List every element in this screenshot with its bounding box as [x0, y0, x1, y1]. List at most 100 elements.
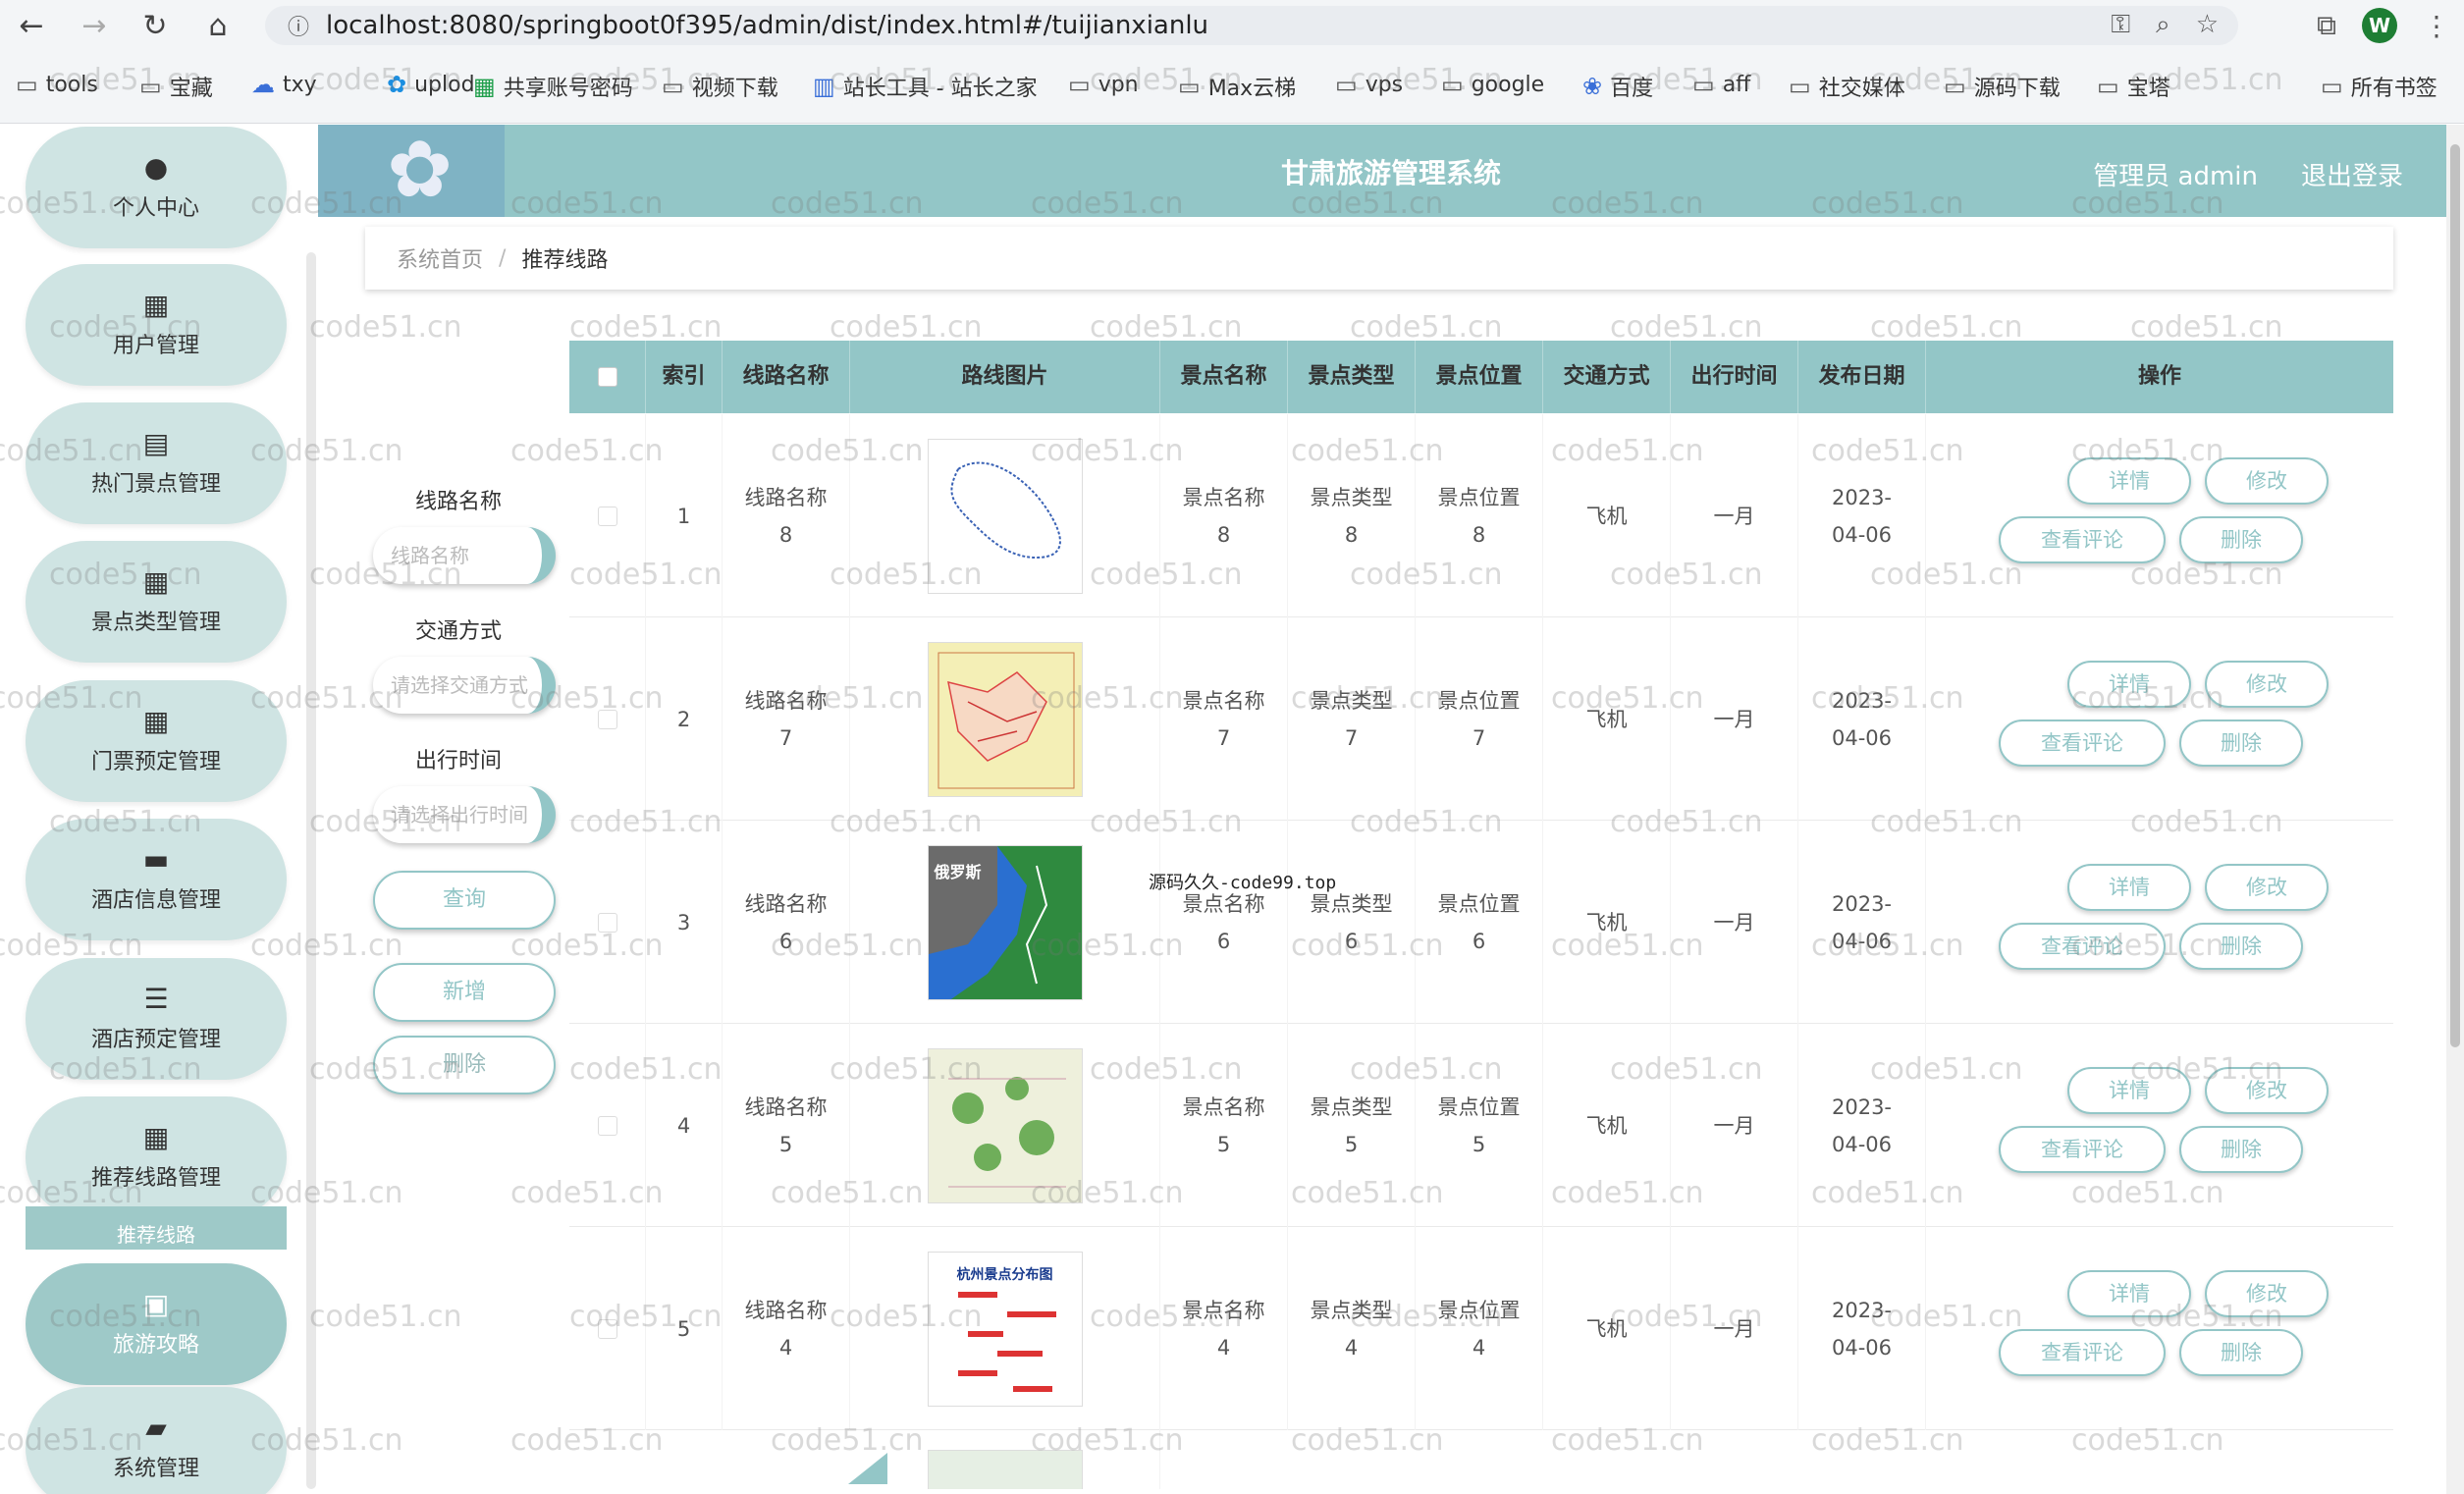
- sidebar-item-system[interactable]: ▰ 系统管理: [26, 1387, 287, 1494]
- sidebar-item-profile[interactable]: ● 个人中心: [26, 127, 287, 248]
- col-spot-type: 景点类型: [1288, 341, 1416, 413]
- star-icon[interactable]: ☆: [2196, 10, 2219, 40]
- view-comments-button[interactable]: 查看评论: [1999, 720, 2166, 767]
- edit-button[interactable]: 修改: [2205, 1067, 2329, 1114]
- zoom-icon[interactable]: ⌕: [2156, 10, 2170, 40]
- bookmark-item[interactable]: ▥ 站长工具 - 站长之家: [813, 71, 1038, 102]
- bookmark-item[interactable]: ▭ 源码下载: [1944, 71, 2061, 102]
- back-icon[interactable]: ←: [6, 0, 57, 51]
- extensions-icon[interactable]: ⧉: [2317, 9, 2336, 42]
- row-spot-name: 景点名称7: [1160, 617, 1288, 821]
- select-all-checkbox[interactable]: [597, 367, 617, 387]
- sidebar-item-guides[interactable]: ▣ 旅游攻略: [26, 1263, 287, 1385]
- row-checkbox[interactable]: [597, 506, 617, 526]
- row-spot-type: 景点类型7: [1288, 617, 1416, 821]
- detail-button[interactable]: 详情: [2067, 1067, 2191, 1114]
- delete-button[interactable]: 删除: [2179, 1126, 2303, 1173]
- folder-icon: ▭: [16, 71, 38, 98]
- view-comments-button[interactable]: 查看评论: [1999, 1329, 2166, 1376]
- sidebar-item-hotels[interactable]: ▬ 酒店信息管理: [26, 819, 287, 940]
- page-scrollbar[interactable]: [2446, 125, 2464, 1494]
- bookmark-item[interactable]: ▭ vpn: [1068, 71, 1139, 98]
- breadcrumb-home[interactable]: 系统首页: [397, 242, 483, 274]
- sidebar-item-spot-types[interactable]: ▦ 景点类型管理: [26, 541, 287, 663]
- bookmark-item[interactable]: ▭ aff: [1692, 71, 1750, 98]
- query-button[interactable]: 查询: [373, 871, 556, 930]
- row-index: 2: [646, 617, 723, 821]
- sidebar-item-users[interactable]: ▦ 用户管理: [26, 264, 287, 386]
- route-name-input[interactable]: 线路名称: [373, 527, 556, 584]
- view-comments-button[interactable]: 查看评论: [1999, 1126, 2166, 1173]
- edit-button[interactable]: 修改: [2205, 661, 2329, 708]
- bookmark-item[interactable]: ▦ 共享账号密码: [473, 71, 633, 102]
- row-actions: 详情 修改 查看评论 删除: [1926, 1227, 2393, 1430]
- sidebar-item-hot-spots[interactable]: ▤ 热门景点管理: [26, 402, 287, 524]
- sidebar-item-tickets[interactable]: ▦ 门票预定管理: [26, 680, 287, 802]
- detail-button[interactable]: 详情: [2067, 457, 2191, 505]
- clipboard-icon: ▤: [142, 427, 170, 459]
- row-spot-type: 景点类型5: [1288, 1024, 1416, 1227]
- row-route-image-cell: [850, 617, 1160, 821]
- home-icon[interactable]: ⌂: [192, 0, 243, 51]
- detail-button[interactable]: 详情: [2067, 661, 2191, 708]
- top-header: ✿ 甘肃旅游管理系统 管理员 admin 退出登录: [318, 125, 2464, 217]
- add-button[interactable]: 新增: [373, 963, 556, 1022]
- profile-avatar[interactable]: W: [2362, 8, 2397, 43]
- bookmark-item[interactable]: ▭ vps: [1335, 71, 1403, 98]
- edit-button[interactable]: 修改: [2205, 864, 2329, 911]
- detail-button[interactable]: 详情: [2067, 864, 2191, 911]
- bookmark-item[interactable]: ✿ uplod: [387, 71, 475, 98]
- sidebar-item-hotel-bookings[interactable]: ☰ 酒店预定管理: [26, 958, 287, 1080]
- bookmark-item[interactable]: ▭ google: [1441, 71, 1544, 98]
- bookmark-item[interactable]: ▭ 所有书签: [2321, 71, 2437, 102]
- row-publish-date: 2023-04-06: [1798, 821, 1926, 1024]
- travel-time-select[interactable]: 请选择出行时间: [373, 786, 556, 843]
- batch-delete-button[interactable]: 删除: [373, 1036, 556, 1094]
- delete-button[interactable]: 删除: [2179, 720, 2303, 767]
- col-spot-name: 景点名称: [1160, 341, 1288, 413]
- logout-link[interactable]: 退出登录: [2301, 156, 2403, 192]
- travel-time-label: 出行时间: [414, 749, 502, 774]
- sidebar-subitem-routes[interactable]: 推荐线路: [26, 1206, 287, 1250]
- route-map-image[interactable]: [927, 438, 1083, 594]
- delete-button[interactable]: 删除: [2179, 516, 2303, 563]
- route-map-image[interactable]: [927, 1450, 1083, 1489]
- delete-button[interactable]: 删除: [2179, 923, 2303, 970]
- row-checkbox[interactable]: [597, 912, 617, 933]
- bookmark-item[interactable]: ▭ 宝塔: [2097, 71, 2170, 102]
- swirl-icon: ✿: [387, 71, 407, 98]
- bookmark-item[interactable]: ❀ 百度: [1582, 71, 1653, 102]
- detail-button[interactable]: 详情: [2067, 1270, 2191, 1317]
- view-comments-button[interactable]: 查看评论: [1999, 923, 2166, 970]
- key-icon[interactable]: ⚿: [2111, 10, 2130, 40]
- edit-button[interactable]: 修改: [2205, 457, 2329, 505]
- row-checkbox[interactable]: [597, 1318, 617, 1339]
- bookmark-item[interactable]: ▭ 宝藏: [139, 71, 213, 102]
- row-spot-location: 景点位置8: [1416, 414, 1543, 617]
- forward-icon[interactable]: →: [69, 0, 120, 51]
- sidebar-scrollbar[interactable]: [306, 252, 316, 1489]
- delete-button[interactable]: 删除: [2179, 1329, 2303, 1376]
- address-bar[interactable]: ⓘ localhost:8080/springboot0f395/admin/d…: [265, 6, 2238, 45]
- reload-icon[interactable]: ↻: [130, 0, 181, 51]
- menu-icon[interactable]: ⋮: [2423, 10, 2450, 42]
- bookmark-item[interactable]: ▭ 视频下载: [662, 71, 778, 102]
- sidebar-item-routes[interactable]: ▦ 推荐线路管理: [26, 1096, 287, 1218]
- edit-button[interactable]: 修改: [2205, 1270, 2329, 1317]
- app-root: ● 个人中心 ▦ 用户管理 ▤ 热门景点管理 ▦ 景点类型管理 ▦ 门票预定管理…: [0, 125, 2464, 1494]
- row-checkbox[interactable]: [597, 709, 617, 729]
- site-info-icon[interactable]: ⓘ: [279, 10, 318, 41]
- row-checkbox[interactable]: [597, 1115, 617, 1136]
- route-map-image[interactable]: 杭州景点分布图: [927, 1251, 1083, 1407]
- view-comments-button[interactable]: 查看评论: [1999, 516, 2166, 563]
- route-map-image[interactable]: [927, 1047, 1083, 1203]
- scroll-thumb[interactable]: [2450, 144, 2460, 1047]
- route-map-image[interactable]: [927, 641, 1083, 797]
- bookmark-item[interactable]: ▭ tools: [16, 71, 98, 98]
- store-icon: ▬: [142, 843, 170, 876]
- transport-select[interactable]: 请选择交通方式: [373, 657, 556, 714]
- bookmark-item[interactable]: ▭ 社交媒体: [1789, 71, 1905, 102]
- bookmark-item[interactable]: ▭ Max云梯: [1178, 71, 1296, 102]
- route-map-image[interactable]: 俄罗斯: [927, 844, 1083, 1000]
- bookmark-item[interactable]: ☁ txy: [251, 71, 317, 98]
